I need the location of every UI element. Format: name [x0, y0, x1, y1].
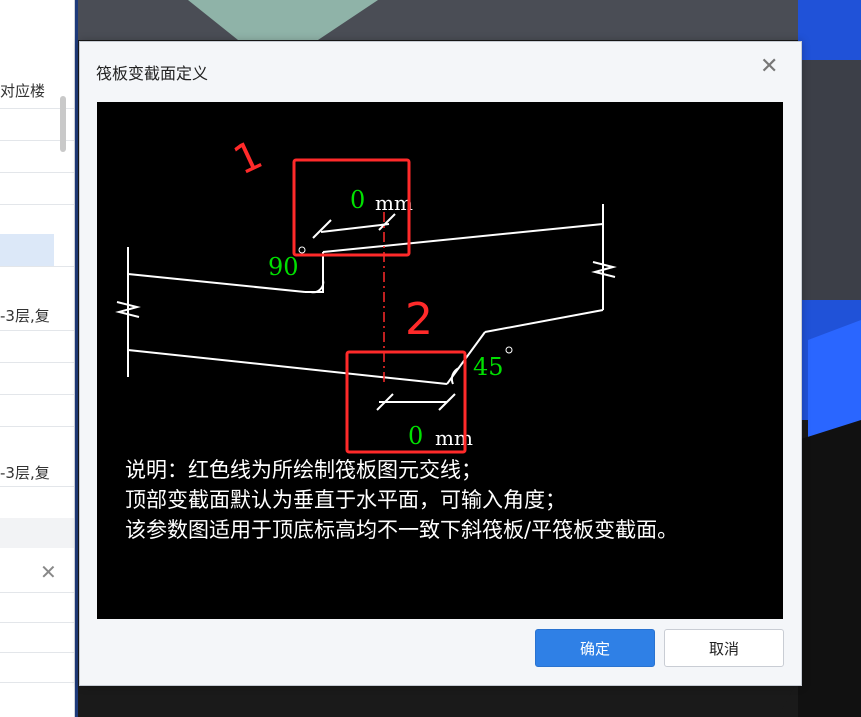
annotation-2: 2	[405, 294, 433, 345]
angle-arc-90	[310, 279, 325, 294]
scrollbar-thumb[interactable]	[60, 96, 66, 152]
top-step	[305, 252, 324, 293]
right-break-symbol	[591, 261, 617, 278]
note-line: 该参数图适用于顶底标高均不一致下斜筏板/平筏板变截面。	[125, 518, 678, 542]
column-header-floor: 对应楼	[0, 82, 46, 100]
close-icon[interactable]: ✕	[760, 54, 778, 79]
selected-row[interactable]	[0, 234, 54, 266]
bottom-offset-value[interactable]: 0	[408, 422, 423, 450]
property-panel: 对应楼 -3层,复 -3层,复 ✕	[0, 0, 75, 717]
top-offset-unit: mm	[375, 191, 413, 215]
note-line: 说明：红色线为所绘制筏板图元交线；	[125, 458, 482, 482]
left-break-symbol	[115, 301, 141, 318]
diagram-drawing: 0 mm 0 mm 90 45 1 2 说明：红色线为所绘制筏板图元交线； 顶部…	[115, 132, 678, 542]
left-slab-bottom-edge	[127, 349, 448, 385]
confirm-button[interactable]: 确定	[535, 629, 655, 667]
raft-section-dialog: 筏板变截面定义 ✕ 0 mm 0 mm 90 45 1 2 说明：红色线为所绘制…	[79, 41, 802, 686]
cancel-button[interactable]: 取消	[664, 629, 784, 667]
bottom-angle-value[interactable]: 45	[473, 353, 504, 381]
note-line: 顶部变截面默认为垂直于水平面，可输入角度；	[125, 488, 566, 512]
bottom-offset-unit: mm	[435, 426, 473, 450]
property-row-text: -3层,复	[0, 464, 50, 482]
close-icon[interactable]: ✕	[40, 560, 57, 584]
parameter-diagram: 0 mm 0 mm 90 45 1 2 说明：红色线为所绘制筏板图元交线； 顶部…	[97, 102, 783, 619]
annotation-1: 1	[227, 132, 270, 184]
top-offset-value[interactable]: 0	[350, 186, 365, 214]
right-slab-top-edge	[322, 223, 604, 253]
top-angle-value[interactable]: 90	[268, 253, 299, 281]
dialog-title: 筏板变截面定义	[96, 64, 209, 83]
right-slab-bottom-edge	[484, 309, 604, 333]
property-row-text: -3层,复	[0, 307, 50, 325]
